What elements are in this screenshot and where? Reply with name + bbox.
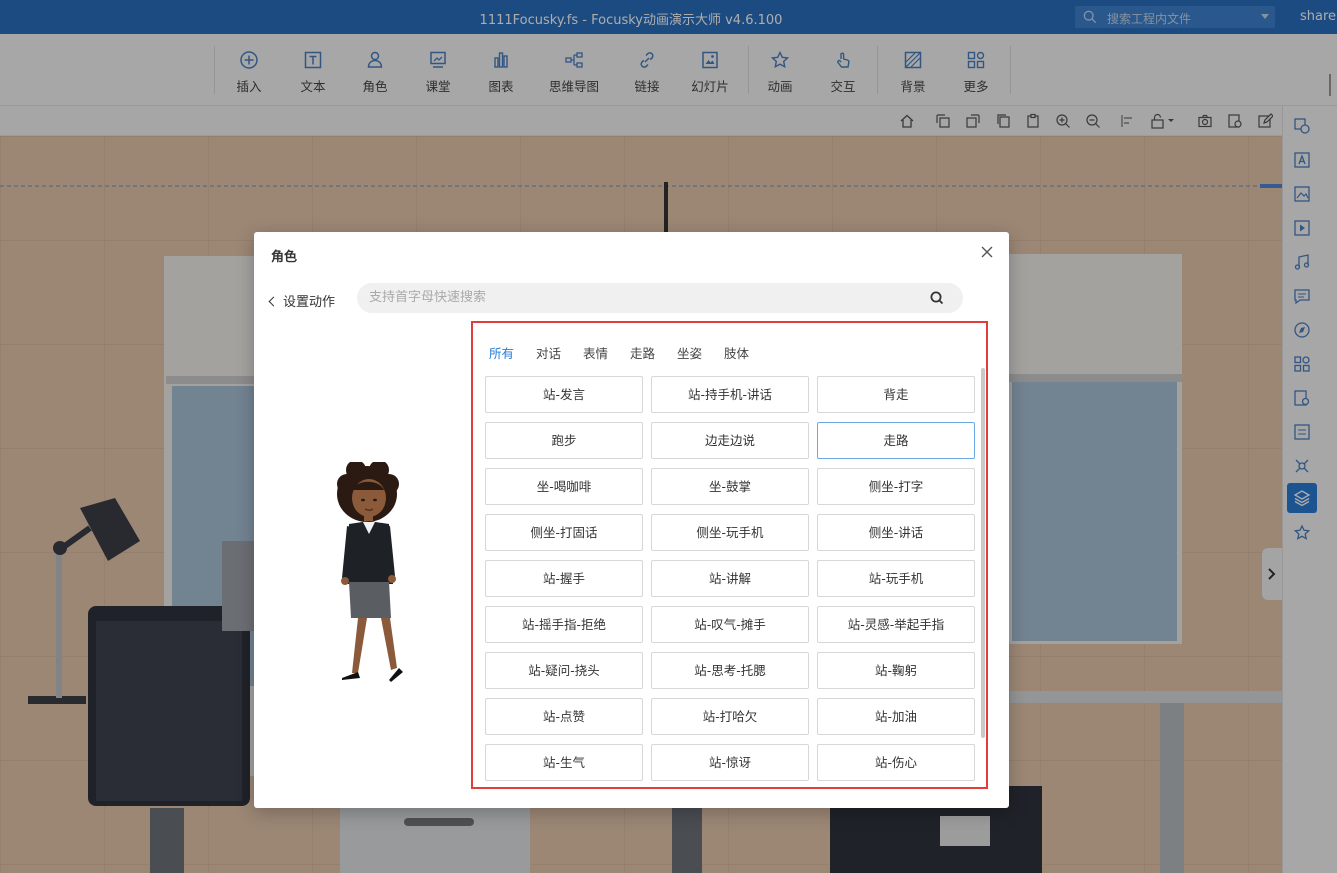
action-button[interactable]: 背走	[817, 376, 975, 413]
actions-panel: 所有 对话 表情 走路 坐姿 肢体 站-发言 站-持手机-讲话 背走 跑步 边走边说 走路…	[471, 321, 988, 789]
chevron-left-icon	[268, 296, 279, 307]
action-button[interactable]: 坐-鼓掌	[651, 468, 809, 505]
tab-all[interactable]: 所有	[489, 343, 514, 362]
action-button[interactable]: 站-惊讶	[651, 744, 809, 781]
action-button[interactable]: 站-生气	[485, 744, 643, 781]
action-button[interactable]: 站-持手机-讲话	[651, 376, 809, 413]
action-button[interactable]: 坐-喝咖啡	[485, 468, 643, 505]
action-button[interactable]: 侧坐-玩手机	[651, 514, 809, 551]
back-label: 设置动作	[283, 295, 336, 310]
tab-walking[interactable]: 走路	[630, 343, 655, 362]
action-button[interactable]: 站-叹气-摊手	[651, 606, 809, 643]
action-button[interactable]: 站-鞠躬	[817, 652, 975, 689]
character-preview	[337, 462, 403, 682]
action-button[interactable]: 站-握手	[485, 560, 643, 597]
action-button[interactable]: 站-加油	[817, 698, 975, 735]
tab-sitting[interactable]: 坐姿	[677, 343, 702, 362]
action-button[interactable]: 站-思考-托腮	[651, 652, 809, 689]
action-button[interactable]: 站-伤心	[817, 744, 975, 781]
action-button[interactable]: 站-疑问-挠头	[485, 652, 643, 689]
action-button[interactable]: 跑步	[485, 422, 643, 459]
action-button[interactable]: 站-玩手机	[817, 560, 975, 597]
search-icon[interactable]	[929, 290, 945, 306]
tab-body[interactable]: 肢体	[724, 343, 749, 362]
tab-expression[interactable]: 表情	[583, 343, 608, 362]
action-search-box[interactable]	[357, 283, 963, 313]
action-button[interactable]: 走路	[817, 422, 975, 459]
action-button[interactable]: 站-打哈欠	[651, 698, 809, 735]
action-button[interactable]: 边走边说	[651, 422, 809, 459]
action-button[interactable]: 侧坐-打固话	[485, 514, 643, 551]
action-button[interactable]: 站-摇手指-拒绝	[485, 606, 643, 643]
action-search-input[interactable]	[369, 290, 909, 305]
tab-dialogue[interactable]: 对话	[536, 343, 561, 362]
action-button[interactable]: 侧坐-打字	[817, 468, 975, 505]
action-button[interactable]: 站-灵感-举起手指	[817, 606, 975, 643]
actions-scrollbar[interactable]	[981, 368, 985, 738]
action-button[interactable]: 站-发言	[485, 376, 643, 413]
character-dialog: 角色 设置动作 所有 对话 表情 走路 坐姿 肢体	[254, 232, 1009, 808]
dialog-title: 角色	[271, 250, 298, 265]
back-button[interactable]: 设置动作	[268, 291, 336, 310]
close-icon[interactable]	[979, 244, 995, 260]
action-button[interactable]: 侧坐-讲话	[817, 514, 975, 551]
action-button[interactable]: 站-讲解	[651, 560, 809, 597]
action-button[interactable]: 站-点赞	[485, 698, 643, 735]
